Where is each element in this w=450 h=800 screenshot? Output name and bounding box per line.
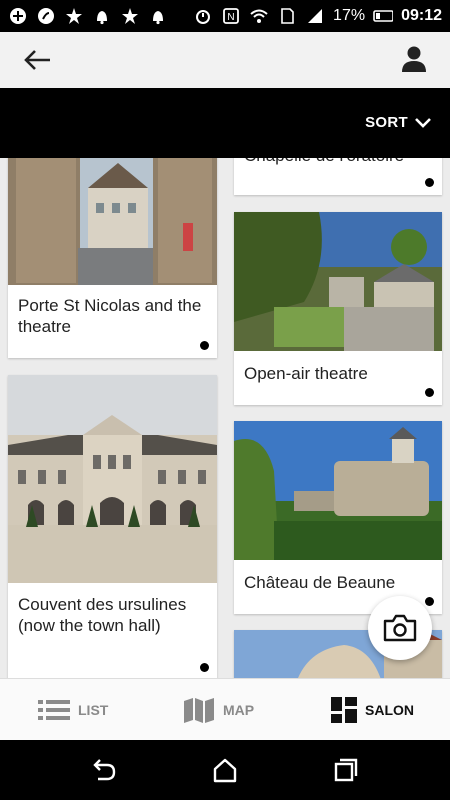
battery-icon [373, 6, 394, 26]
profile-button[interactable] [400, 44, 428, 74]
list-icon [38, 700, 70, 720]
card-title: Chapelle de l'oratoire [244, 158, 432, 166]
system-home-button[interactable] [211, 756, 239, 784]
clock: 09:12 [401, 7, 442, 24]
card-couvent-ursulines[interactable]: Couvent des ursulines (now the town hall… [8, 375, 217, 678]
back-button[interactable] [22, 46, 54, 74]
svg-text:N: N [227, 12, 234, 23]
camera-button[interactable] [368, 596, 432, 660]
signal-icon [305, 6, 325, 26]
card-open-air-theatre[interactable]: Open-air theatre [234, 212, 442, 405]
card-chapelle-oratoire[interactable]: Chapelle de l'oratoire [234, 158, 442, 195]
sort-button[interactable]: SORT [365, 114, 432, 131]
bell-icon [148, 6, 168, 26]
sort-bar: SORT [0, 88, 450, 158]
notification-icons [8, 6, 168, 26]
home-icon [213, 758, 237, 783]
tab-map-label: MAP [223, 702, 255, 718]
card-title: Open-air theatre [244, 364, 368, 383]
tab-map[interactable]: MAP [183, 695, 254, 725]
open-air-theatre-image [234, 212, 442, 351]
card-title: Couvent des ursulines (now the town hall… [18, 595, 187, 635]
nfc-icon: N [221, 6, 241, 26]
bookmark-dot [425, 388, 434, 397]
bookmark-dot [425, 597, 434, 606]
bell-icon [92, 6, 112, 26]
app-bar [0, 32, 450, 88]
bookmark-dot [200, 341, 209, 350]
sort-label: SORT [365, 114, 408, 131]
arrow-left-icon [24, 50, 50, 70]
card-porte-st-nicolas[interactable]: Porte St Nicolas and the theatre [8, 158, 217, 358]
card-title: Porte St Nicolas and the theatre [18, 296, 202, 336]
system-navigation-bar [0, 740, 450, 800]
chevron-down-icon [415, 117, 431, 128]
card-photo [8, 158, 217, 285]
couvent-ursulines-image [8, 375, 217, 583]
tab-salon-label: SALON [365, 702, 414, 718]
card-photo [234, 421, 442, 560]
system-status: N 17% 09:12 [193, 6, 442, 26]
status-bar: N 17% 09:12 [0, 0, 450, 32]
bottom-navigation: LIST MAP SALON [0, 678, 450, 741]
sim-icon [277, 6, 297, 26]
bookmark-dot [425, 178, 434, 187]
user-icon [402, 46, 426, 72]
chateau-de-beaune-image [234, 421, 442, 560]
bookmark-dot [200, 663, 209, 672]
wifi-icon [249, 6, 269, 26]
salon-grid-icon [331, 697, 357, 723]
card-photo [8, 375, 217, 583]
card-photo [234, 212, 442, 351]
system-recents-button[interactable] [332, 756, 360, 784]
system-back-button[interactable] [90, 757, 118, 785]
undo-back-icon [93, 759, 116, 781]
card-title: Château de Beaune [244, 573, 396, 592]
tab-list[interactable]: LIST [38, 695, 108, 725]
add-box-icon [8, 6, 28, 26]
card-chateau-de-beaune[interactable]: Château de Beaune [234, 421, 442, 614]
star-icon [120, 6, 140, 26]
camera-icon [383, 614, 417, 642]
map-icon [184, 698, 214, 723]
battery-percent: 17% [333, 7, 366, 24]
star-icon [64, 6, 84, 26]
tab-list-label: LIST [78, 702, 109, 718]
shazam-icon [36, 6, 56, 26]
alarm-icon [193, 6, 213, 26]
recents-icon [334, 758, 358, 782]
tab-salon[interactable]: SALON [331, 695, 414, 725]
porte-st-nicolas-image [8, 158, 217, 285]
